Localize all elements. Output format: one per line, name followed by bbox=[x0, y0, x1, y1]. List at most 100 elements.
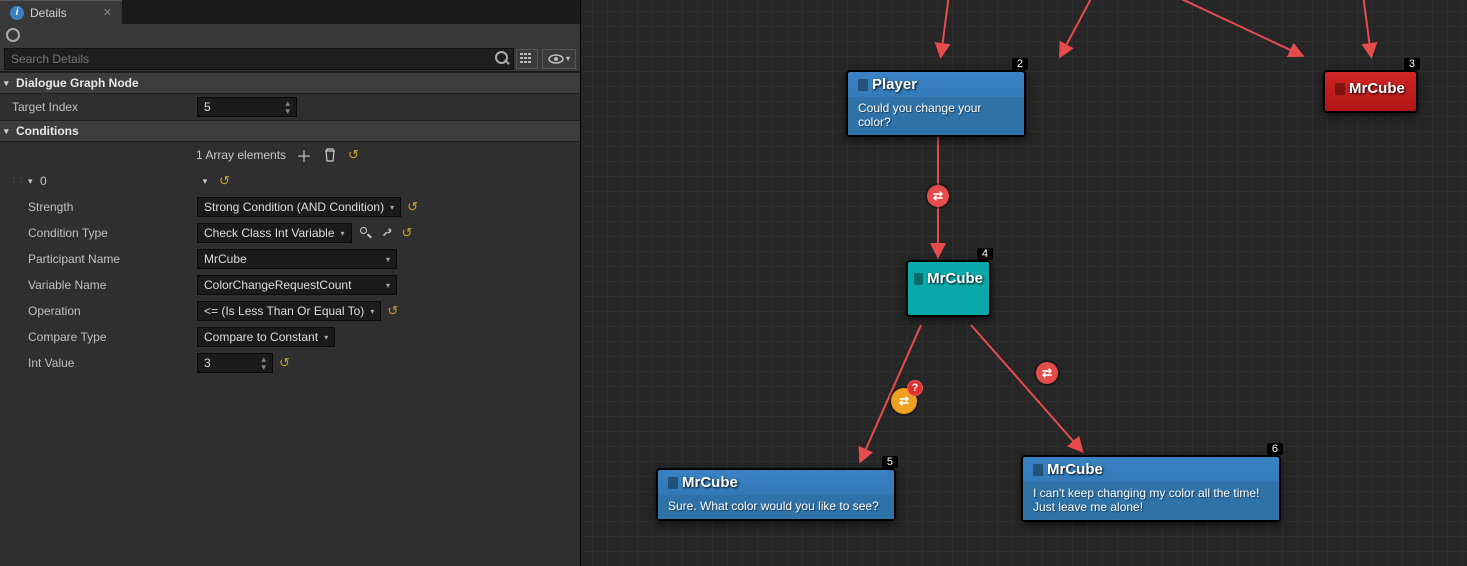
strength-value: Strong Condition (AND Condition) bbox=[204, 200, 384, 214]
trash-icon bbox=[324, 148, 336, 162]
eye-icon bbox=[548, 54, 564, 64]
lock-row bbox=[0, 24, 580, 46]
node-text: Sure. What color would you like to see? bbox=[668, 499, 879, 513]
class-icon bbox=[858, 79, 868, 91]
array-element-0[interactable]: ⋮⋮ ▾ 0 ▾ ↺ bbox=[0, 168, 580, 194]
tab-bar: i Details ✕ bbox=[0, 0, 580, 24]
int-value-field[interactable]: 3 ▴▾ bbox=[197, 353, 273, 373]
node-title: MrCube bbox=[682, 474, 738, 491]
prop-label: Compare Type bbox=[28, 330, 107, 344]
array-header-row: 1 Array elements ＋ ↺ bbox=[0, 142, 580, 168]
reset-icon[interactable]: ↺ bbox=[387, 303, 398, 319]
node-tag: 6 bbox=[1267, 443, 1283, 455]
compare-type-dropdown[interactable]: Compare to Constant▾ bbox=[197, 327, 335, 347]
class-icon bbox=[1335, 83, 1345, 95]
condition-badge[interactable]: ⇄ bbox=[927, 185, 949, 207]
swap-icon: ⇄ bbox=[933, 189, 943, 203]
strength-dropdown[interactable]: Strong Condition (AND Condition)▾ bbox=[197, 197, 401, 217]
node-tag: 2 bbox=[1012, 58, 1028, 70]
reset-icon[interactable]: ↺ bbox=[219, 173, 230, 189]
node-text: I can't keep changing my color all the t… bbox=[1033, 486, 1259, 514]
prop-variable-name: Variable Name ColorChangeRequestCount▾ bbox=[0, 272, 580, 298]
node-title: MrCube bbox=[1349, 80, 1405, 97]
expand-icon: ▾ bbox=[28, 176, 38, 187]
node-tag: 4 bbox=[977, 248, 993, 260]
spinner-icon[interactable]: ▴▾ bbox=[285, 99, 290, 115]
clear-array-button[interactable] bbox=[322, 147, 338, 163]
search-input[interactable] bbox=[4, 48, 514, 70]
expand-icon: ▾ bbox=[4, 78, 14, 89]
prop-target-index: Target Index 5 ▴▾ bbox=[0, 94, 580, 120]
element-menu-button[interactable]: ▾ bbox=[197, 173, 213, 189]
graph-node-mrcube-3[interactable]: 3 MrCube bbox=[1323, 70, 1418, 113]
target-index-value: 5 bbox=[204, 100, 211, 114]
question-badge: ? bbox=[907, 380, 923, 396]
prop-participant-name: Participant Name MrCube▾ bbox=[0, 246, 580, 272]
prop-label: Participant Name bbox=[28, 252, 120, 266]
node-tag: 5 bbox=[882, 456, 898, 468]
spinner-icon[interactable]: ▴▾ bbox=[261, 355, 266, 371]
tab-label: Details bbox=[30, 6, 67, 20]
close-tab-icon[interactable]: ✕ bbox=[103, 6, 112, 19]
condition-type-dropdown[interactable]: Check Class Int Variable▾ bbox=[197, 223, 352, 243]
element-index-label: 0 bbox=[40, 174, 47, 188]
prop-label: Strength bbox=[28, 200, 73, 214]
add-element-button[interactable]: ＋ bbox=[296, 147, 312, 163]
class-icon bbox=[668, 477, 678, 489]
node-title: Player bbox=[872, 76, 917, 93]
category-label: Dialogue Graph Node bbox=[16, 76, 139, 90]
property-matrix-button[interactable] bbox=[516, 49, 538, 69]
target-index-field[interactable]: 5 ▴▾ bbox=[197, 97, 297, 117]
prop-compare-type: Compare Type Compare to Constant▾ bbox=[0, 324, 580, 350]
lock-open-icon[interactable] bbox=[6, 28, 20, 42]
details-panel: i Details ✕ ▾ ▾ Dialogue Graph Node Targ… bbox=[0, 0, 581, 566]
participant-name-dropdown[interactable]: MrCube▾ bbox=[197, 249, 397, 269]
browse-button[interactable] bbox=[358, 225, 374, 241]
category-conditions[interactable]: ▾ Conditions bbox=[0, 120, 580, 142]
participant-name-value: MrCube bbox=[204, 252, 247, 266]
grid-icon bbox=[520, 53, 534, 65]
variable-name-value: ColorChangeRequestCount bbox=[204, 278, 351, 292]
int-value-value: 3 bbox=[204, 356, 211, 370]
drag-handle-icon[interactable]: ⋮⋮ bbox=[10, 177, 24, 186]
class-icon bbox=[1033, 464, 1043, 476]
graph-node-mrcube-6[interactable]: 6 MrCube I can't keep changing my color … bbox=[1021, 455, 1281, 522]
condition-badge[interactable]: ⇄ bbox=[1036, 362, 1058, 384]
reset-icon[interactable]: ↺ bbox=[279, 355, 290, 371]
search-icon bbox=[359, 226, 373, 240]
prop-condition-type: Condition Type Check Class Int Variable▾… bbox=[0, 220, 580, 246]
prop-strength: Strength Strong Condition (AND Condition… bbox=[0, 194, 580, 220]
reset-icon[interactable]: ↺ bbox=[407, 199, 418, 215]
reset-icon[interactable]: ↺ bbox=[402, 225, 413, 241]
prop-label: Operation bbox=[28, 304, 81, 318]
graph-node-mrcube-5[interactable]: 5 MrCube Sure. What color would you like… bbox=[656, 468, 896, 521]
condition-type-value: Check Class Int Variable bbox=[204, 226, 335, 240]
prop-label: Int Value bbox=[28, 356, 74, 370]
graph-node-player-2[interactable]: 2 Player Could you change your color? bbox=[846, 70, 1026, 137]
reset-icon[interactable]: ↺ bbox=[348, 147, 359, 163]
dialogue-graph-canvas[interactable]: ⇄ ⇄ ? ⇄ 2 Player Could you change your c… bbox=[581, 0, 1467, 566]
edit-button[interactable] bbox=[380, 225, 396, 241]
node-title: MrCube bbox=[927, 270, 983, 287]
class-icon bbox=[914, 273, 923, 285]
view-options-button[interactable]: ▾ bbox=[542, 49, 576, 69]
compare-type-value: Compare to Constant bbox=[204, 330, 318, 344]
tab-details[interactable]: i Details ✕ bbox=[0, 0, 122, 24]
info-icon: i bbox=[10, 6, 24, 20]
prop-label: Condition Type bbox=[28, 226, 108, 240]
expand-icon: ▾ bbox=[4, 126, 14, 137]
graph-node-mrcube-4[interactable]: 4 MrCube bbox=[906, 260, 991, 317]
prop-label: Target Index bbox=[12, 100, 78, 114]
swap-icon: ⇄ bbox=[1042, 366, 1052, 380]
swap-icon: ⇄ bbox=[899, 394, 909, 408]
node-text: Could you change your color? bbox=[858, 101, 981, 129]
prop-operation: Operation <= (Is Less Than Or Equal To)▾… bbox=[0, 298, 580, 324]
prop-label: Variable Name bbox=[28, 278, 106, 292]
search-row: ▾ bbox=[0, 46, 580, 72]
category-dialogue-graph-node[interactable]: ▾ Dialogue Graph Node bbox=[0, 72, 580, 94]
variable-name-dropdown[interactable]: ColorChangeRequestCount▾ bbox=[197, 275, 397, 295]
array-count-label: 1 Array elements bbox=[196, 148, 286, 162]
node-tag: 3 bbox=[1404, 58, 1420, 70]
wrench-icon bbox=[381, 226, 395, 240]
operation-dropdown[interactable]: <= (Is Less Than Or Equal To)▾ bbox=[197, 301, 381, 321]
